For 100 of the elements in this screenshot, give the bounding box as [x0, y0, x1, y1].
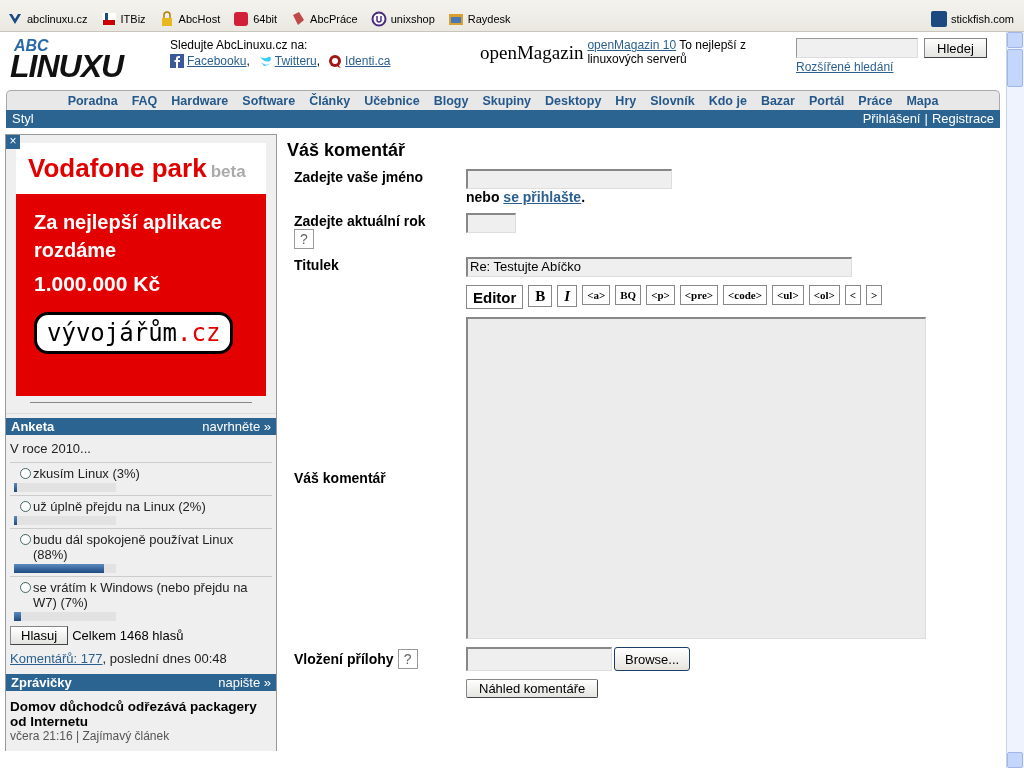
ad-text: Za nejlepší aplikace rozdáme [34, 210, 223, 263]
bookmark[interactable]: 64bit [230, 8, 284, 29]
nav-link[interactable]: Bazar [760, 94, 795, 108]
site-logo[interactable]: ABC LINUXU [10, 38, 170, 82]
format-button[interactable]: <p> [646, 285, 675, 305]
ad-text: 1.000.000 Kč [34, 272, 162, 296]
format-button[interactable]: BQ [615, 285, 642, 305]
ad-brand: Vodafone park [28, 153, 207, 184]
preview-button[interactable]: Náhled komentáře [466, 679, 599, 698]
nav-link[interactable]: Skupiny [482, 94, 532, 108]
format-button[interactable]: <a> [582, 285, 611, 305]
nav-link[interactable]: Články [309, 94, 351, 108]
comments-link[interactable]: Komentářů: 177 [10, 651, 103, 666]
poll-option: zkusím Linux (3%) [33, 466, 140, 481]
nav-link[interactable]: Práce [858, 94, 893, 108]
bookmark-icon [290, 10, 307, 27]
bookmark-icon [233, 10, 250, 27]
register-link[interactable]: Registrace [931, 111, 994, 126]
bookmark-icon [370, 10, 387, 27]
nav-link[interactable]: Mapa [906, 94, 939, 108]
follow-title: Sledujte AbcLinuxu.cz na: [170, 38, 309, 52]
radio-button[interactable] [20, 468, 31, 479]
news-title: Zprávičky [11, 675, 72, 690]
login-hint: nebo se přihlašte. [466, 189, 586, 205]
ad-banner[interactable]: Vodafone park beta Za nejlepší aplikace rozdáme 1.000.000 Kč vývojářům.cz [16, 143, 266, 396]
comment-field[interactable] [466, 317, 926, 639]
login-link[interactable]: Přihlášení [862, 111, 921, 126]
vote-button[interactable]: Hlasuj [10, 626, 69, 645]
social-link[interactable]: Twitteru [274, 54, 317, 68]
bookmark-icon [100, 10, 117, 27]
radio-button[interactable] [20, 534, 31, 545]
news-meta: včera 21:16 | Zajímavý článek [10, 729, 171, 743]
field-label: Zadejte aktuální rok [294, 213, 427, 229]
advanced-search-link[interactable]: Rozšířené hledání [796, 60, 987, 74]
bookmark[interactable]: abclinuxu.cz [4, 8, 94, 29]
poll-option: se vrátím k Windows (nebo přejdu na W7) (7%) [33, 580, 268, 610]
file-field[interactable] [466, 647, 612, 671]
nav-link[interactable]: Desktopy [545, 94, 602, 108]
nav-link[interactable]: Kdo je [708, 94, 747, 108]
poll-title: Anketa [11, 419, 55, 434]
nav-link[interactable]: Slovník [650, 94, 695, 108]
comma: , [316, 54, 321, 68]
nav-link[interactable]: Poradna [67, 94, 118, 108]
style-link[interactable]: Styl [12, 111, 34, 126]
magazine-promo: openMagazin 10 To nejlepší z linuxových serverů [587, 38, 747, 66]
format-button[interactable]: <code> [723, 285, 767, 305]
radio-button[interactable] [20, 582, 31, 593]
suggest-link[interactable]: navrhněte » [202, 419, 271, 434]
help-button[interactable]: ? [397, 649, 418, 669]
comma: , [246, 54, 250, 68]
bird-icon [257, 54, 272, 68]
nav-link[interactable]: Blogy [433, 94, 469, 108]
name-field[interactable] [466, 169, 672, 189]
nav-link[interactable]: Hry [615, 94, 637, 108]
nav-link[interactable]: Software [242, 94, 296, 108]
format-button[interactable]: <pre> [679, 285, 719, 305]
speech-bubble: vývojářům.cz [34, 312, 234, 354]
nav-link[interactable]: FAQ [131, 94, 158, 108]
subject-field[interactable]: Re: Testujte Abíčko [466, 257, 852, 277]
magazine-logo[interactable]: openMagazin [480, 42, 584, 66]
radio-button[interactable] [20, 501, 31, 512]
bookmark[interactable]: Raydesk [444, 8, 517, 29]
field-label: Zadejte vaše jméno [294, 169, 425, 187]
search-field[interactable] [796, 38, 918, 58]
poll-option: už úplně přejdu na Linux (2%) [33, 499, 206, 514]
bookmark[interactable]: stickfish.com [928, 8, 1020, 29]
write-link[interactable]: napište » [218, 675, 271, 690]
nav-link[interactable]: Učebnice [364, 94, 420, 108]
poll-comments: Komentářů: 177, poslední dnes 00:48 [9, 650, 228, 668]
help-button[interactable]: ? [294, 229, 314, 249]
bookmark[interactable]: AbcHost [155, 8, 227, 29]
nav-link[interactable]: Portál [808, 94, 845, 108]
bookmark[interactable]: AbcPráce [287, 8, 364, 29]
search-button[interactable]: Hledej [924, 38, 987, 58]
login-link[interactable]: se přihlašte [503, 189, 582, 205]
format-button[interactable]: > [866, 285, 883, 305]
field-label: Vložení přílohy [294, 651, 394, 667]
format-button[interactable]: <ol> [808, 285, 840, 305]
format-button[interactable]: I [557, 285, 578, 307]
bookmark[interactable]: unixshop [367, 8, 441, 29]
magazine-link[interactable]: openMagazin 10 [587, 38, 677, 52]
format-button[interactable]: <ul> [771, 285, 804, 305]
social-link[interactable]: Identi.ca [345, 54, 391, 68]
form-title: Váš komentář [287, 140, 407, 161]
separator: | [924, 111, 928, 126]
news-headline[interactable]: Domov důchodců odřezává packagery od Internetu [10, 699, 272, 729]
format-button[interactable]: B [528, 285, 553, 307]
speech-bubble-icon [328, 54, 343, 68]
field-label: Váš komentář [294, 470, 387, 486]
bookmark[interactable]: ITBiz [97, 8, 152, 29]
letter-f-icon [170, 54, 184, 68]
scrollbar[interactable] [1006, 32, 1024, 768]
poll-option: budu dál spokojeně používat Linux (88%) [33, 532, 268, 562]
format-button[interactable]: < [844, 285, 862, 305]
poll-question: V roce 2010... [9, 440, 92, 458]
editor-button[interactable]: Editor [466, 285, 524, 309]
close-button[interactable]: × [6, 135, 20, 149]
browse-button[interactable]: Browse... [614, 647, 691, 671]
year-field[interactable] [466, 213, 516, 233]
nav-link[interactable]: Hardware [171, 94, 229, 108]
